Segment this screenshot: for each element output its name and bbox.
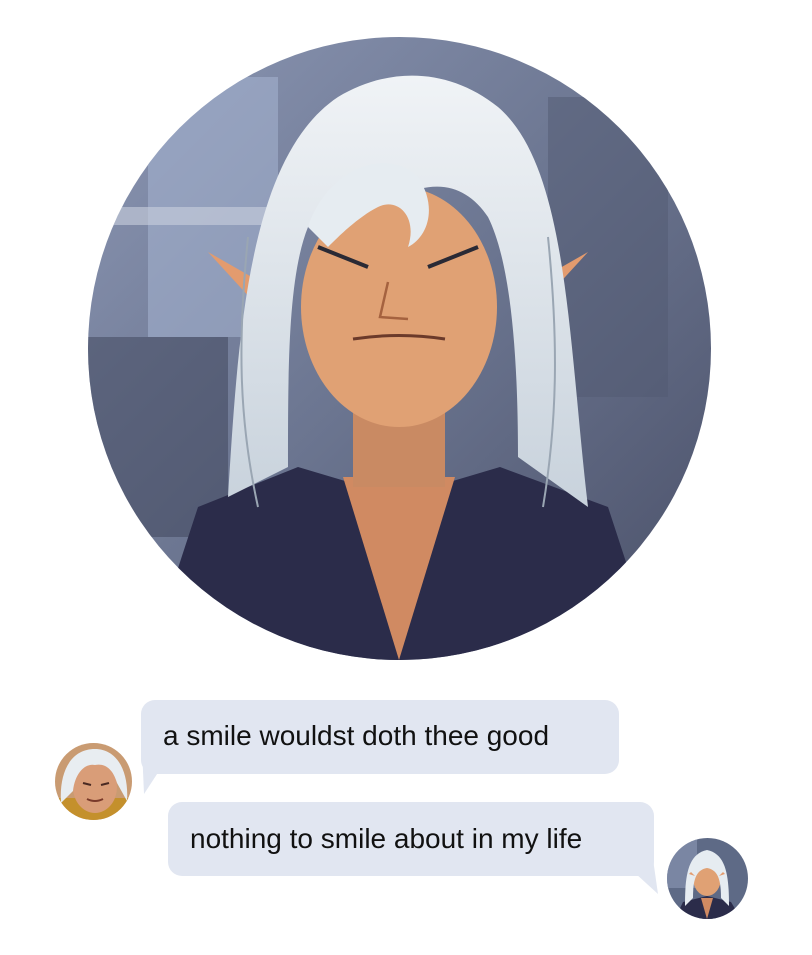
elf-portrait-image xyxy=(88,37,711,660)
avatar-image xyxy=(667,838,748,919)
message-bubble-incoming: a smile wouldst doth thee good xyxy=(141,700,619,774)
bubble-tail-left xyxy=(142,748,174,794)
profile-portrait xyxy=(88,37,711,660)
sender-avatar-left[interactable] xyxy=(55,743,132,820)
avatar-image xyxy=(55,743,132,820)
bubble-tail-right xyxy=(612,852,658,894)
sender-avatar-right[interactable] xyxy=(667,838,748,919)
message-bubble-outgoing: nothing to smile about in my life xyxy=(168,802,654,876)
message-text: a smile wouldst doth thee good xyxy=(163,720,550,751)
message-text: nothing to smile about in my life xyxy=(190,823,583,854)
